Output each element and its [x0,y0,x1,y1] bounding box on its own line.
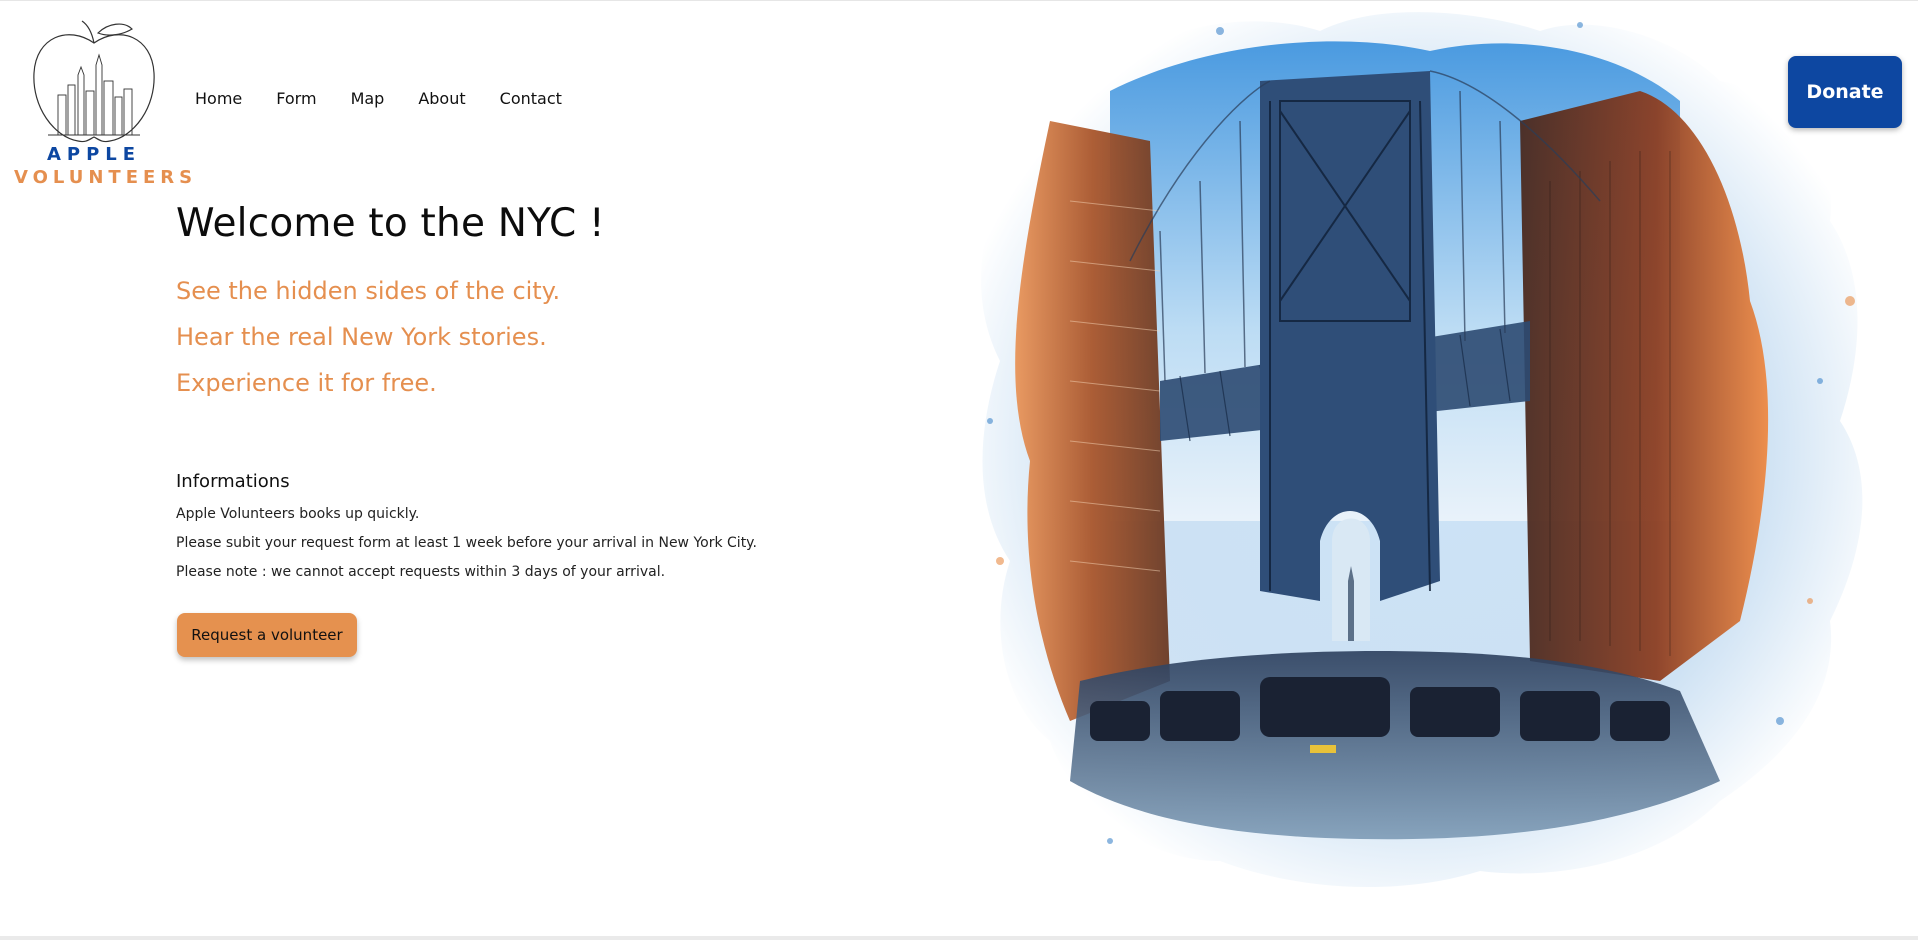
tagline-item: See the hidden sides of the city. [176,277,561,305]
nav-about[interactable]: About [418,89,465,108]
apple-skyline-logo-icon [33,20,155,143]
nav-form[interactable]: Form [276,89,316,108]
logo-text-volunteers: VOLUNTEERS [14,167,198,188]
logo-text-apple: APPLE [46,144,142,165]
donate-button[interactable]: Donate [1788,56,1902,128]
info-line: Please note : we cannot accept requests … [176,564,666,580]
page-bottom-edge [0,936,1918,940]
request-volunteer-button[interactable]: Request a volunteer [177,613,357,657]
nav-home[interactable]: Home [195,89,242,108]
page-title: Welcome to the NYC ! [176,201,605,246]
info-heading: Informations [176,471,290,492]
nav-map[interactable]: Map [351,89,385,108]
info-line: Please subit your request form at least … [176,535,757,551]
main-nav: Home Form Map About Contact [195,89,596,108]
tagline-list: See the hidden sides of the city. Hear t… [176,268,936,406]
logo[interactable]: APPLE VOLUNTEERS [14,15,198,190]
hero-section: Welcome to the NYC ! See the hidden side… [176,201,936,406]
page: APPLE VOLUNTEERS Home Form Map About Con… [0,0,1918,940]
info-section: Informations Apple Volunteers books up q… [176,471,936,587]
tagline-item: Hear the real New York stories. [176,323,547,351]
manhattan-bridge-image [960,1,1890,901]
nav-contact[interactable]: Contact [500,89,562,108]
tagline-item: Experience it for free. [176,369,437,397]
info-line: Apple Volunteers books up quickly. [176,506,420,522]
manhattan-bridge-watercolor-icon [981,12,1863,888]
